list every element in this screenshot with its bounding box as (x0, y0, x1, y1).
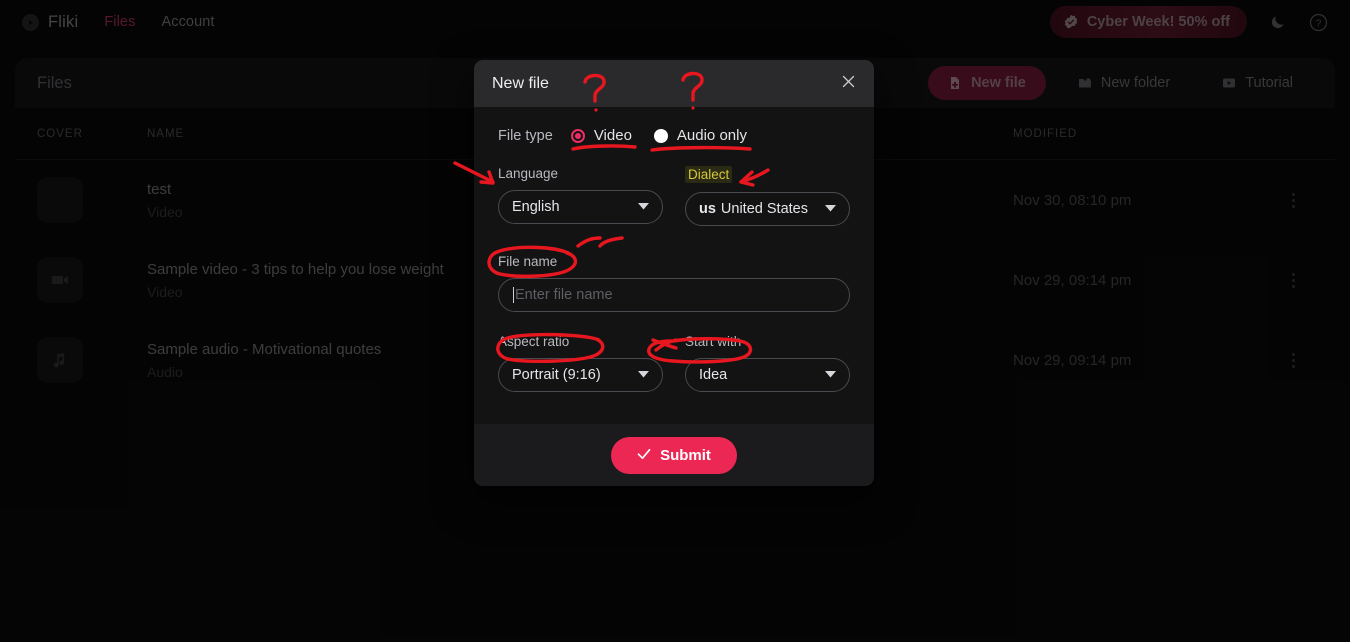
radio-option-video-label: Video (593, 127, 632, 144)
language-dialect-row: Language English Dialect us United State… (498, 166, 850, 226)
file-name-field: File name Enter file name (498, 254, 850, 312)
start-with-select[interactable]: Idea (685, 358, 850, 392)
start-with-label: Start with (685, 334, 742, 349)
file-type-radio-group: Video Audio only (570, 127, 747, 144)
fliki-files-app: Fliki Files Account Cyber Week! 50% off (0, 0, 1350, 642)
text-cursor (513, 287, 514, 303)
aspect-start-row: Aspect ratio Portrait (9:16) Start with … (498, 334, 850, 392)
chevron-down-icon (638, 202, 649, 213)
aspect-ratio-select[interactable]: Portrait (9:16) (498, 358, 663, 392)
close-icon[interactable] (841, 74, 856, 93)
radio-unselected-icon (653, 128, 668, 143)
radio-option-audio-only[interactable]: Audio only (653, 127, 747, 144)
start-with-select-value: Idea (699, 367, 728, 383)
dialog-body: File type Video Audio only Language Engl… (474, 107, 874, 424)
file-name-placeholder: Enter file name (515, 287, 613, 303)
aspect-ratio-field: Aspect ratio Portrait (9:16) (498, 334, 663, 392)
dialog-title: New file (492, 74, 549, 92)
new-file-dialog: New file File type Video Audio only Lang… (474, 60, 874, 486)
language-field: Language English (498, 166, 663, 226)
submit-button[interactable]: Submit (611, 436, 737, 474)
radio-selected-icon (570, 128, 585, 143)
language-select[interactable]: English (498, 190, 663, 224)
file-name-label: File name (498, 254, 558, 269)
chevron-down-icon (638, 370, 649, 381)
aspect-ratio-select-value: Portrait (9:16) (512, 367, 601, 383)
language-label: Language (498, 166, 559, 181)
aspect-ratio-label: Aspect ratio (498, 334, 570, 349)
chevron-down-icon (825, 370, 836, 381)
file-name-input[interactable]: Enter file name (498, 278, 850, 312)
radio-option-audio-only-label: Audio only (676, 127, 747, 144)
dialect-field: Dialect us United States (685, 166, 850, 226)
file-type-row: File type Video Audio only (498, 127, 850, 144)
dialect-select-value: United States (720, 201, 808, 217)
dialog-header: New file (474, 60, 874, 107)
dialect-label: Dialect (685, 166, 733, 183)
dialect-flag-text: us (699, 201, 716, 217)
check-icon (637, 447, 651, 464)
file-type-label: File type (498, 127, 553, 144)
submit-button-label: Submit (660, 446, 711, 464)
chevron-down-icon (825, 204, 836, 215)
start-with-field: Start with Idea (685, 334, 850, 392)
language-select-value: English (512, 199, 560, 215)
dialect-select[interactable]: us United States (685, 192, 850, 226)
dialog-footer: Submit (474, 424, 874, 486)
radio-option-video[interactable]: Video (570, 127, 632, 144)
